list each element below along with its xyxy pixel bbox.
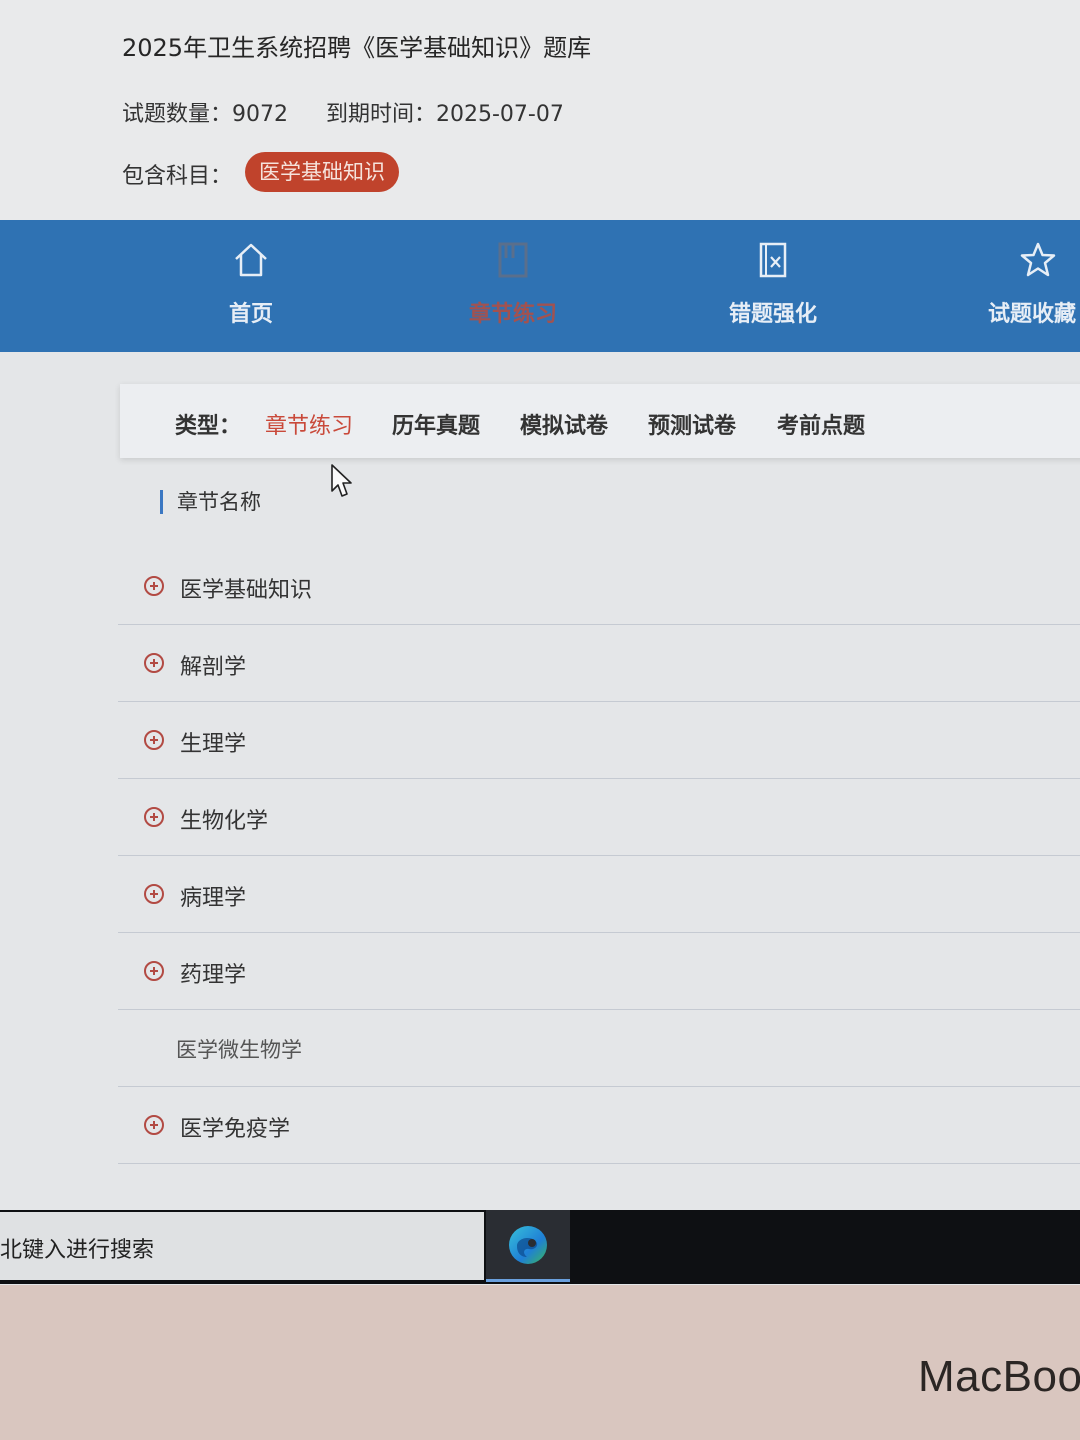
nav-home[interactable]: 首页 [161, 220, 341, 352]
chapter-name: 生物化学 [180, 809, 269, 834]
chapter-name: 解剖学 [180, 655, 247, 680]
section-title: 章节名称 [160, 490, 261, 514]
chapter-name: 医学微生物学 [176, 1038, 302, 1062]
expand-plus-icon[interactable] [144, 576, 164, 596]
expand-plus-icon[interactable] [144, 730, 164, 750]
type-chapter-practice[interactable]: 章节练习 [265, 408, 353, 440]
list-item[interactable]: 医学免疫学 [118, 1087, 1080, 1164]
browser-screen: 2025年卫生系统招聘《医学基础知识》题库 试题数量：9072 到期时间：202… [0, 0, 1080, 1285]
taskbar-search-box[interactable]: 北键入进行搜索 [0, 1212, 484, 1280]
list-item[interactable]: 生物化学 [118, 779, 1080, 856]
question-bank-header: 2025年卫生系统招聘《医学基础知识》题库 试题数量：9072 到期时间：202… [0, 0, 1080, 220]
expand-plus-icon[interactable] [144, 884, 164, 904]
laptop-brand-text: MacBoo [918, 1352, 1080, 1401]
nav-wrong-label: 错题强化 [728, 302, 817, 327]
nav-chapter-label: 章节练习 [468, 302, 557, 327]
main-nav-bar: 首页 章节练习 错题强化 试题收藏 [0, 220, 1080, 352]
star-icon [1020, 242, 1056, 277]
home-icon [235, 243, 267, 277]
mouse-cursor-icon [331, 464, 352, 497]
search-placeholder: 北键入进行搜索 [0, 1238, 155, 1263]
list-item[interactable]: 病理学 [118, 856, 1080, 933]
expand-plus-icon[interactable] [144, 807, 164, 827]
chapter-name: 药理学 [180, 963, 247, 988]
nav-chapter-practice[interactable]: 章节练习 [423, 220, 603, 352]
list-item[interactable]: 解剖学 [118, 625, 1080, 702]
type-pre-exam-points[interactable]: 考前点题 [777, 408, 865, 440]
question-count: 试题数量：9072 [122, 102, 288, 127]
edge-icon [509, 1226, 547, 1264]
expand-plus-icon[interactable] [144, 1115, 164, 1135]
type-past-exams[interactable]: 历年真题 [392, 408, 480, 440]
nav-favorites[interactable]: 试题收藏 [948, 220, 1080, 352]
expiry-date: 到期时间：2025-07-07 [326, 102, 564, 127]
type-mock-exams[interactable]: 模拟试卷 [520, 408, 608, 440]
windows-taskbar: 北键入进行搜索 [0, 1210, 1080, 1284]
chapter-name: 医学基础知识 [180, 578, 313, 603]
chapter-name: 生理学 [180, 732, 247, 757]
nav-home-label: 首页 [228, 302, 273, 327]
subject-tag[interactable]: 医学基础知识 [245, 152, 399, 192]
type-label: 类型： [175, 414, 242, 439]
chapter-name: 医学免疫学 [180, 1117, 291, 1142]
edge-taskbar-button[interactable] [486, 1210, 570, 1282]
expand-plus-icon[interactable] [144, 961, 164, 981]
list-item[interactable]: 医学基础知识 [118, 548, 1080, 625]
chapter-name: 病理学 [180, 886, 247, 911]
list-item[interactable]: 医学微生物学 [118, 1010, 1080, 1087]
expand-plus-icon[interactable] [144, 653, 164, 673]
chapter-list: 医学基础知识 解剖学 生理学 生物化学 病理学 药理学 医学微生物学 医学免疫学 [118, 548, 1080, 1164]
subjects-label: 包含科目： [122, 164, 233, 189]
list-item[interactable]: 药理学 [118, 933, 1080, 1010]
wrong-answer-icon [759, 242, 787, 278]
type-predicted-exams[interactable]: 预测试卷 [648, 408, 736, 440]
nav-fav-label: 试题收藏 [988, 302, 1077, 327]
page-title: 2025年卫生系统招聘《医学基础知识》题库 [122, 34, 592, 62]
book-icon [498, 242, 528, 278]
list-item[interactable]: 生理学 [118, 702, 1080, 779]
nav-wrong-answers[interactable]: 错题强化 [683, 220, 863, 352]
type-filter-bar: 类型： 章节练习 历年真题 模拟试卷 预测试卷 考前点题 [120, 384, 1080, 458]
